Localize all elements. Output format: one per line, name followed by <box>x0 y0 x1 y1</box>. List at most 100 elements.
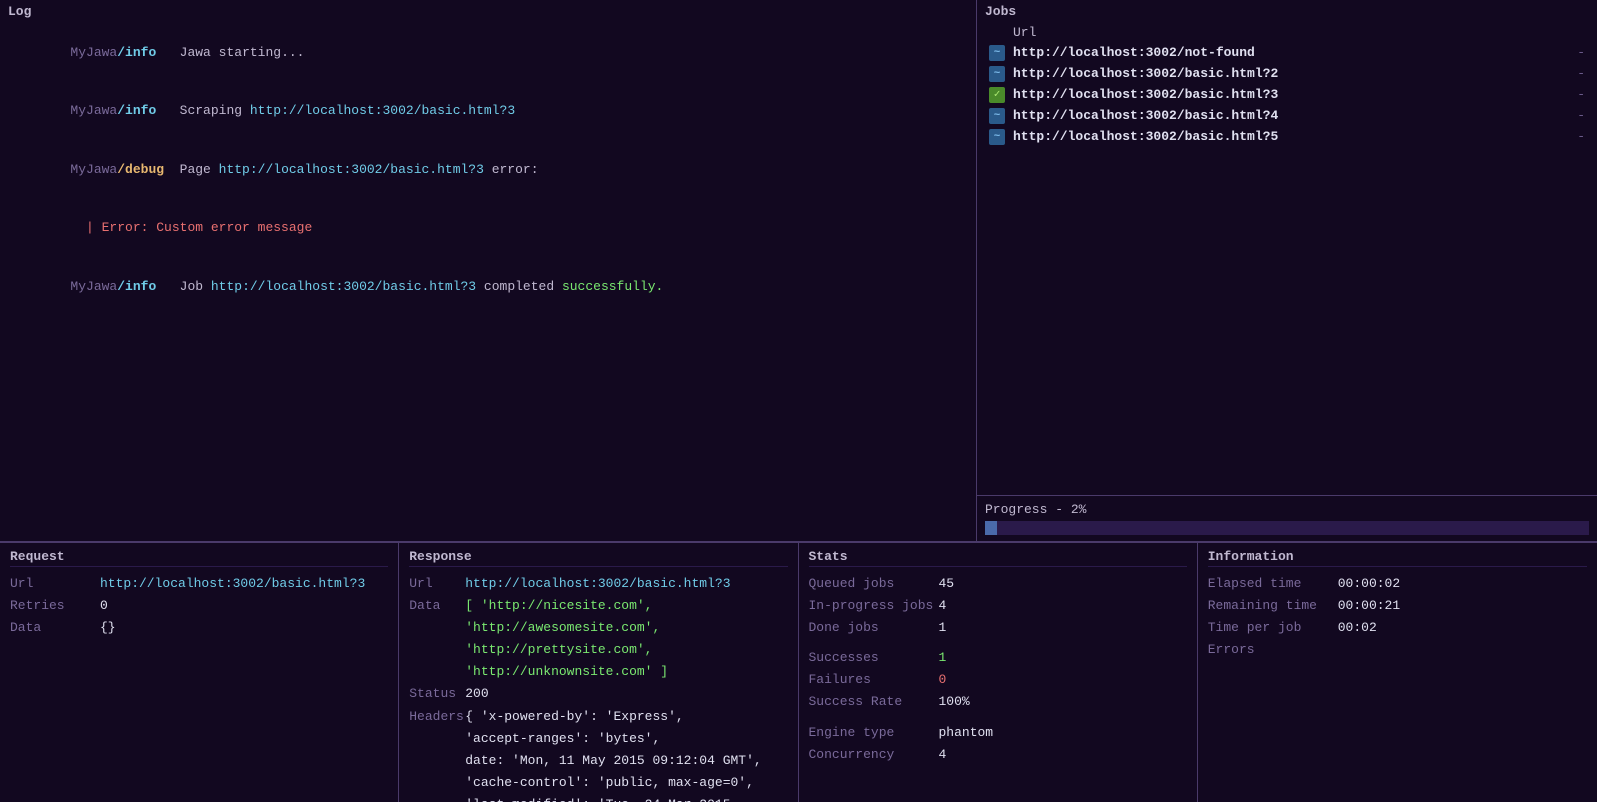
log-level-2: /info <box>117 103 156 118</box>
stats-rate-val: 100% <box>939 691 970 713</box>
jobs-col-url: Url <box>1009 23 1557 42</box>
job-row-2: ✓http://localhost:3002/basic.html?3- <box>985 84 1589 105</box>
log-text-1: Jawa starting... <box>156 45 304 60</box>
stats-queued-row: Queued jobs 45 <box>809 573 1187 595</box>
stats-successes-label: Successes <box>809 647 939 669</box>
jobs-body: ~http://localhost:3002/not-found-~http:/… <box>985 42 1589 147</box>
response-data-val1: [ 'http://nicesite.com', <box>465 595 652 617</box>
request-panel: Request Url http://localhost:3002/basic.… <box>0 543 399 802</box>
response-data-val2: 'http://awesomesite.com', <box>465 617 660 639</box>
response-data-row3: 'http://prettysite.com', <box>409 639 787 661</box>
response-headers-val3: date: 'Mon, 11 May 2015 09:12:04 GMT', <box>465 750 761 772</box>
stats-rate-label: Success Rate <box>809 691 939 713</box>
stats-done-label: Done jobs <box>809 617 939 639</box>
stats-successes-row: Successes 1 <box>809 647 1187 669</box>
response-panel: Response Url http://localhost:3002/basic… <box>399 543 798 802</box>
response-headers-val4: 'cache-control': 'public, max-age=0', <box>465 772 754 794</box>
log-level-3: /debug <box>117 162 164 177</box>
stats-engine-label: Engine type <box>809 722 939 744</box>
request-retries-val: 0 <box>100 595 108 617</box>
stats-failures-label: Failures <box>809 669 939 691</box>
information-title: Information <box>1208 549 1587 567</box>
job-status-0: ~ <box>985 42 1009 63</box>
stats-engine-row: Engine type phantom <box>809 722 1187 744</box>
info-errors-row: Errors <box>1208 639 1587 661</box>
log-text-2: Scraping <box>156 103 250 118</box>
info-elapsed-label: Elapsed time <box>1208 573 1338 595</box>
job-row-4: ~http://localhost:3002/basic.html?5- <box>985 126 1589 147</box>
log-line-4: | Error: Custom error message <box>8 199 968 258</box>
request-url-val: http://localhost:3002/basic.html?3 <box>100 573 365 595</box>
log-error-text: | Error: Custom error message <box>70 220 312 235</box>
stats-queued-label: Queued jobs <box>809 573 939 595</box>
log-app-2: MyJawa <box>70 103 117 118</box>
job-row-3: ~http://localhost:3002/basic.html?4- <box>985 105 1589 126</box>
log-text-5a: Job <box>156 279 211 294</box>
stats-concurrency-row: Concurrency 4 <box>809 744 1187 766</box>
progress-bar-fill <box>985 521 997 535</box>
job-status-4: ~ <box>985 126 1009 147</box>
info-perjob-val: 00:02 <box>1338 617 1377 639</box>
log-app-1: MyJawa <box>70 45 117 60</box>
response-data-row2: 'http://awesomesite.com', <box>409 617 787 639</box>
log-line-2: MyJawa/info Scraping http://localhost:30… <box>8 82 968 141</box>
response-headers-val2: 'accept-ranges': 'bytes', <box>465 728 660 750</box>
request-retries-label: Retries <box>10 595 100 617</box>
log-level-1: /info <box>117 45 156 60</box>
stats-engine-val: phantom <box>939 722 994 744</box>
log-line-5: MyJawa/info Job http://localhost:3002/ba… <box>8 257 968 316</box>
tilde-icon: ~ <box>989 129 1005 145</box>
stats-successes-val: 1 <box>939 647 947 669</box>
job-row-0: ~http://localhost:3002/not-found- <box>985 42 1589 63</box>
jobs-header-row: Url <box>985 23 1589 42</box>
job-url-0: http://localhost:3002/not-found <box>1009 42 1557 63</box>
request-url-row: Url http://localhost:3002/basic.html?3 <box>10 573 388 595</box>
response-headers-row3: date: 'Mon, 11 May 2015 09:12:04 GMT', <box>409 750 787 772</box>
job-url-1: http://localhost:3002/basic.html?2 <box>1009 63 1557 84</box>
info-elapsed-row: Elapsed time 00:00:02 <box>1208 573 1587 595</box>
log-title: Log <box>8 4 968 19</box>
response-url-val: http://localhost:3002/basic.html?3 <box>465 573 730 595</box>
info-remaining-row: Remaining time 00:00:21 <box>1208 595 1587 617</box>
response-status-row: Status 200 <box>409 683 787 705</box>
jobs-table: Url ~http://localhost:3002/not-found-~ht… <box>985 23 1589 147</box>
info-remaining-label: Remaining time <box>1208 595 1338 617</box>
log-line-3: MyJawa/debug Page http://localhost:3002/… <box>8 140 968 199</box>
response-status-val: 200 <box>465 683 488 705</box>
jobs-col-status <box>985 23 1009 42</box>
stats-queued-val: 45 <box>939 573 955 595</box>
stats-panel: Stats Queued jobs 45 In-progress jobs 4 … <box>799 543 1198 802</box>
stats-done-val: 1 <box>939 617 947 639</box>
request-data-label: Data <box>10 617 100 639</box>
response-headers-val5: 'last-modified': 'Tue, 24 Mar 2015 15:29… <box>465 794 787 802</box>
job-row-1: ~http://localhost:3002/basic.html?2- <box>985 63 1589 84</box>
info-elapsed-val: 00:00:02 <box>1338 573 1400 595</box>
right-col: Jobs Url ~http://localhost:3002/not-foun… <box>977 0 1597 541</box>
log-app-3: MyJawa <box>70 162 117 177</box>
stats-inprogress-val: 4 <box>939 595 947 617</box>
stats-done-row: Done jobs 1 <box>809 617 1187 639</box>
tilde-icon: ~ <box>989 66 1005 82</box>
tilde-icon: ~ <box>989 108 1005 124</box>
log-panel: Log MyJawa/info Jawa starting... MyJawa/… <box>0 0 977 541</box>
top-row: Log MyJawa/info Jawa starting... MyJawa/… <box>0 0 1597 542</box>
progress-label: Progress - 2% <box>985 502 1589 517</box>
response-data-label: Data <box>409 595 465 617</box>
info-errors-label: Errors <box>1208 639 1338 661</box>
job-url-3: http://localhost:3002/basic.html?4 <box>1009 105 1557 126</box>
job-status-2: ✓ <box>985 84 1009 105</box>
response-status-label: Status <box>409 683 465 705</box>
stats-inprogress-row: In-progress jobs 4 <box>809 595 1187 617</box>
main-grid: Log MyJawa/info Jawa starting... MyJawa/… <box>0 0 1597 802</box>
stats-rate-row: Success Rate 100% <box>809 691 1187 713</box>
stats-title: Stats <box>809 549 1187 567</box>
response-data-val3: 'http://prettysite.com', <box>465 639 652 661</box>
jobs-panel: Jobs Url ~http://localhost:3002/not-foun… <box>977 0 1597 496</box>
request-data-val: {} <box>100 617 116 639</box>
job-val-3: - <box>1557 105 1589 126</box>
log-url-5: http://localhost:3002/basic.html?3 <box>211 279 476 294</box>
response-headers-row5: 'last-modified': 'Tue, 24 Mar 2015 15:29… <box>409 794 787 802</box>
check-icon: ✓ <box>989 87 1005 103</box>
log-success-5: successfully. <box>562 279 663 294</box>
response-headers-row1: Headers { 'x-powered-by': 'Express', <box>409 706 787 728</box>
